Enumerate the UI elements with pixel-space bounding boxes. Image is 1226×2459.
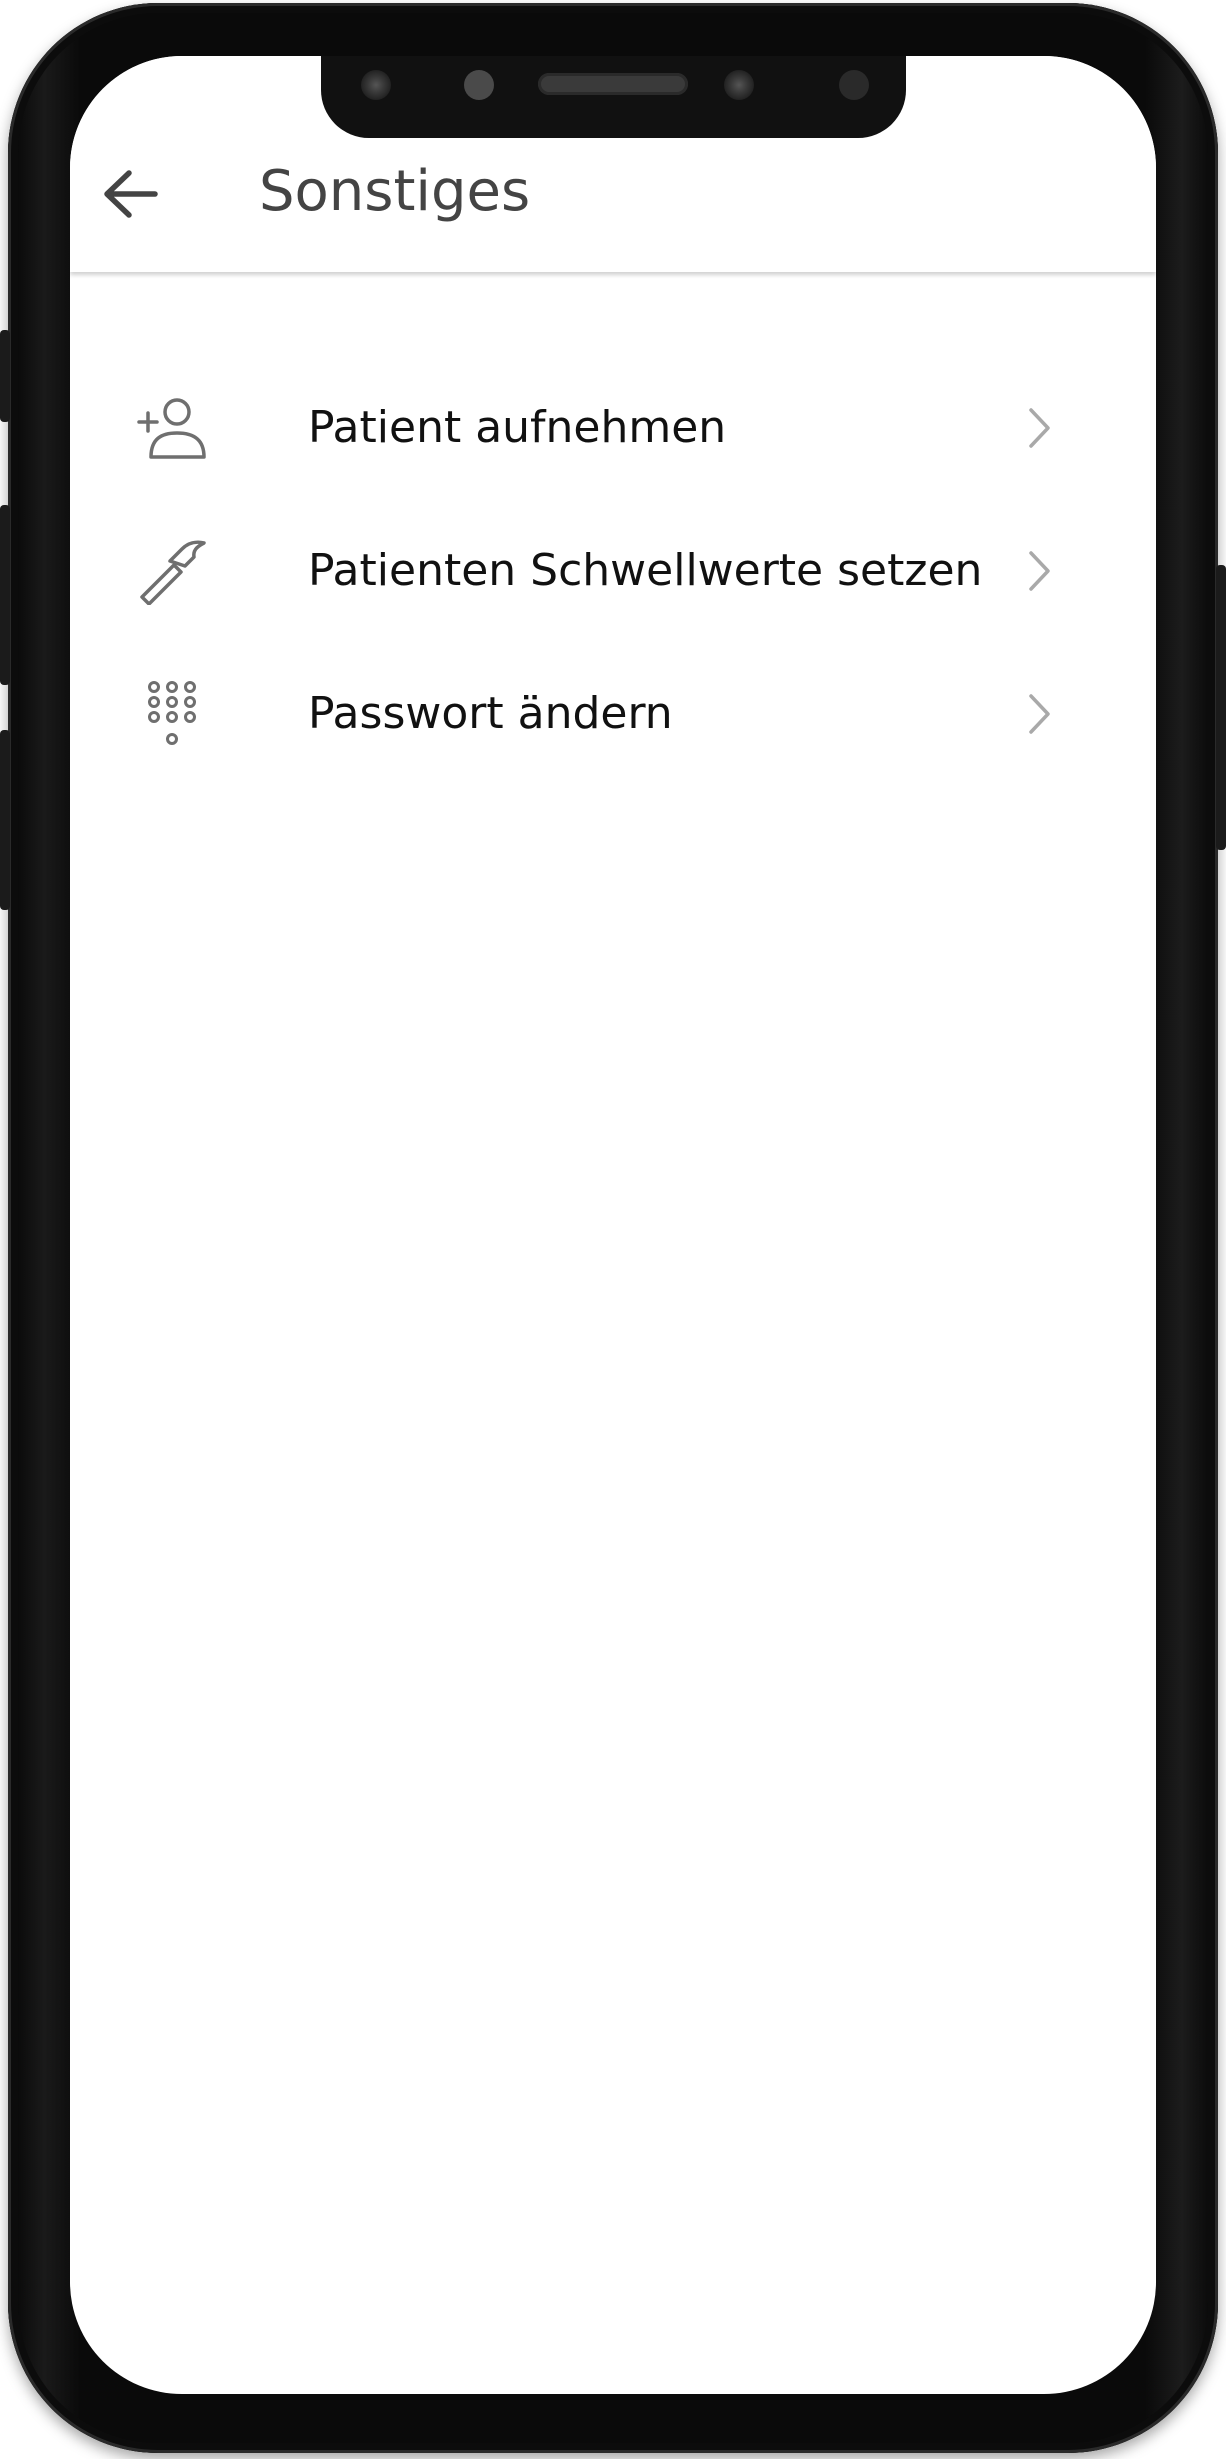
side-button-volume-up xyxy=(0,505,10,685)
menu-item-label: Passwort ändern xyxy=(308,688,673,739)
device-notch xyxy=(321,56,906,138)
camera-icon xyxy=(724,70,754,100)
sensor-icon xyxy=(839,70,869,100)
menu-item-schwellwerte[interactable]: Patienten Schwellwerte setzen xyxy=(70,499,1156,642)
side-button-action xyxy=(0,330,10,422)
menu-item-passwort[interactable]: Passwort ändern xyxy=(70,642,1156,785)
chevron-right-icon xyxy=(1020,541,1060,601)
side-button-power xyxy=(1216,565,1226,850)
side-button-volume-down xyxy=(0,730,10,910)
speaker-grille xyxy=(538,73,688,95)
menu-item-patient-aufnehmen[interactable]: Patient aufnehmen xyxy=(70,356,1156,499)
back-button[interactable] xyxy=(90,154,170,234)
keypad-icon xyxy=(132,674,212,754)
phone-screen: Sonstiges Patient aufnehmen Patienten Sc… xyxy=(70,56,1156,2394)
menu-item-label: Patienten Schwellwerte setzen xyxy=(308,545,983,596)
menu-list: Patient aufnehmen Patienten Schwellwerte… xyxy=(70,356,1156,785)
chevron-right-icon xyxy=(1020,398,1060,458)
sensor-icon xyxy=(464,70,494,100)
hammer-icon xyxy=(132,531,212,611)
device-mockup: Sonstiges Patient aufnehmen Patienten Sc… xyxy=(0,0,1226,2459)
arrow-left-icon xyxy=(104,170,158,218)
menu-item-label: Patient aufnehmen xyxy=(308,402,727,453)
sensor-icon xyxy=(361,70,391,100)
chevron-right-icon xyxy=(1020,684,1060,744)
person-add-icon xyxy=(132,388,212,468)
page-title: Sonstiges xyxy=(259,159,531,224)
